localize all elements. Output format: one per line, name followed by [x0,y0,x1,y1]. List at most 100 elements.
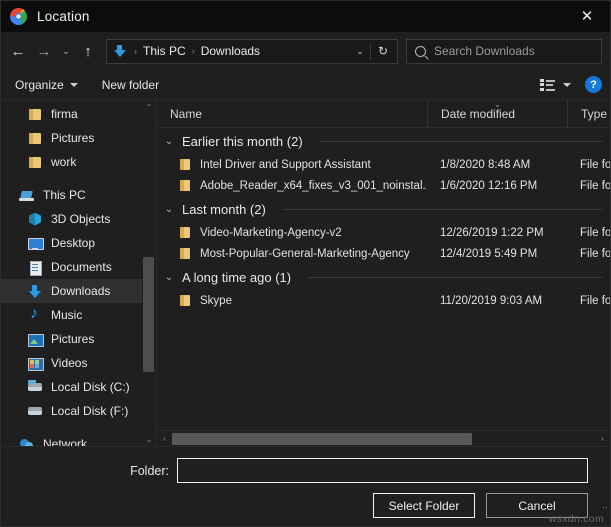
sidebar-item-this-pc[interactable]: This PC [1,183,142,207]
sidebar-item-label: Pictures [51,332,94,346]
sidebar-item-label: Local Disk (F:) [51,404,128,418]
sidebar-item-music[interactable]: Music [1,303,142,327]
group-divider [320,141,602,142]
column-label-type: Type [581,107,607,121]
file-group-title: Last month (2) [182,202,266,217]
organize-button[interactable]: Organize [15,78,78,92]
sidebar-scroll-up[interactable]: ⌃ [142,100,156,114]
column-header-date-modified[interactable]: ⌄ Date modified [427,100,567,128]
file-name-cell: Skype [157,294,427,307]
file-type-cell: File fo [567,295,610,307]
file-group-header[interactable]: ⌄ Last month (2) [157,196,610,222]
file-name-cell: Video-Marketing-Agency-v2 [157,226,427,239]
sidebar-item-label: Local Disk (C:) [51,380,130,394]
breadcrumb-this-pc[interactable]: This PC [141,44,188,58]
folder-label: Folder: [1,464,177,478]
sidebar-item-documents[interactable]: Documents [1,255,142,279]
dialog-footer: Folder: Select Folder Cancel ·· wsxdn.co… [1,446,610,526]
new-folder-label: New folder [102,78,159,92]
title-bar: Location ✕ [1,1,610,32]
file-type-cell: File fo [567,248,610,260]
file-date-cell: 12/26/2019 1:22 PM [427,227,567,239]
sidebar-scrollbar[interactable]: ⌃ ⌄ [142,100,156,446]
sidebar-item-label: firma [51,107,78,121]
column-header-type[interactable]: Type [567,100,610,128]
refresh-icon[interactable]: ↻ [371,44,395,58]
sidebar-item-label: Documents [51,260,112,274]
folder-icon [27,107,43,122]
address-bar[interactable]: › This PC › Downloads ⌄ ↻ [106,39,398,64]
table-row[interactable]: Intel Driver and Support Assistant1/8/20… [157,154,610,175]
select-folder-button[interactable]: Select Folder [373,493,475,518]
folder-input[interactable] [177,458,588,483]
dialog-body: firma Pictures work This PC 3D Objects Deskto… [1,100,610,446]
sidebar-scroll-down[interactable]: ⌄ [142,432,156,446]
close-button[interactable]: ✕ [564,1,610,32]
window-title: Location [37,9,90,24]
sidebar-item-videos[interactable]: Videos [1,351,142,375]
view-dropdown-icon[interactable] [563,83,571,87]
sidebar-item-label: Pictures [51,131,94,145]
address-dropdown-icon[interactable]: ⌄ [350,46,370,57]
breadcrumb-downloads[interactable]: Downloads [199,44,262,58]
sidebar-item-3d-objects[interactable]: 3D Objects [1,207,142,231]
table-row[interactable]: Skype 11/20/2019 9:03 AMFile fo [157,290,610,311]
drive-icon [27,404,43,419]
sidebar-item-desktop[interactable]: Desktop [1,231,142,255]
sidebar-item-work[interactable]: work [1,150,142,174]
sidebar-item-local-disk-c[interactable]: Local Disk (C:) [1,375,142,399]
file-date-cell: 11/20/2019 9:03 AM [427,295,567,307]
up-button[interactable]: ↑ [75,38,101,64]
column-header-name[interactable]: Name [157,100,427,128]
sidebar-item-network[interactable]: Network [1,432,142,446]
sidebar-item-label: Videos [51,356,87,370]
search-box[interactable]: Search Downloads [406,39,602,64]
new-folder-button[interactable]: New folder [102,78,159,92]
file-date-cell: 12/4/2019 5:49 PM [427,248,567,260]
chevron-down-icon[interactable]: ⌄ [163,136,175,147]
watermark: wsxdn.com [549,513,604,525]
hscroll-left-arrow[interactable]: ‹ [157,434,172,443]
file-name-label: Intel Driver and Support Assistant [200,159,371,171]
sidebar-item-pictures[interactable]: Pictures [1,126,142,150]
chevron-down-icon[interactable]: ⌄ [163,272,175,283]
forward-button[interactable]: → [31,38,57,64]
hscroll-track[interactable] [172,431,595,446]
folder-icon [178,247,191,260]
back-button[interactable]: ← [5,38,31,64]
breadcrumb-separator-1: › [130,46,141,56]
sidebar-item-downloads[interactable]: Downloads [1,279,142,303]
folder-icon [27,131,43,146]
hscroll-thumb[interactable] [172,433,472,445]
help-button[interactable]: ? [585,76,602,93]
videos-icon [27,356,43,371]
sidebar-item-firma[interactable]: firma [1,102,142,126]
sidebar-item-label: 3D Objects [51,212,110,226]
file-name-cell: Adobe_Reader_x64_fixes_v3_001_noinstal..… [157,179,427,192]
chevron-down-icon[interactable]: ⌄ [163,204,175,215]
file-name-label: Skype [200,295,232,307]
footer-buttons: Select Folder Cancel [1,483,610,518]
table-row[interactable]: Most-Popular-General-Marketing-Agency12/… [157,243,610,264]
table-row[interactable]: Adobe_Reader_x64_fixes_v3_001_noinstal..… [157,175,610,196]
group-divider [283,209,602,210]
sidebar-scroll-track[interactable] [142,114,156,432]
horizontal-scrollbar[interactable]: ‹ › [157,430,610,446]
file-name-label: Video-Marketing-Agency-v2 [200,227,342,239]
windows-flag-icon [28,380,36,388]
file-group-title: A long time ago (1) [182,270,291,285]
hscroll-right-arrow[interactable]: › [595,434,610,443]
recent-locations-button[interactable]: ⌄ [57,38,75,64]
sidebar-item-pictures[interactable]: Pictures [1,327,142,351]
file-group-header[interactable]: ⌄ A long time ago (1) [157,264,610,290]
file-group-header[interactable]: ⌄ Earlier this month (2) [157,128,610,154]
list-view-icon[interactable] [540,79,556,91]
desktop-icon [27,236,43,251]
table-row[interactable]: Video-Marketing-Agency-v2 12/26/2019 1:22… [157,222,610,243]
file-group-title: Earlier this month (2) [182,134,303,149]
sidebar-item-local-disk-f[interactable]: Local Disk (F:) [1,399,142,423]
sidebar-scroll-thumb[interactable] [143,257,154,371]
sidebar-item-label: Desktop [51,236,95,250]
command-bar: Organize New folder ? [1,70,610,100]
navigation-bar: ← → ⌄ ↑ › This PC › Downloads ⌄ ↻ Search… [1,32,610,70]
